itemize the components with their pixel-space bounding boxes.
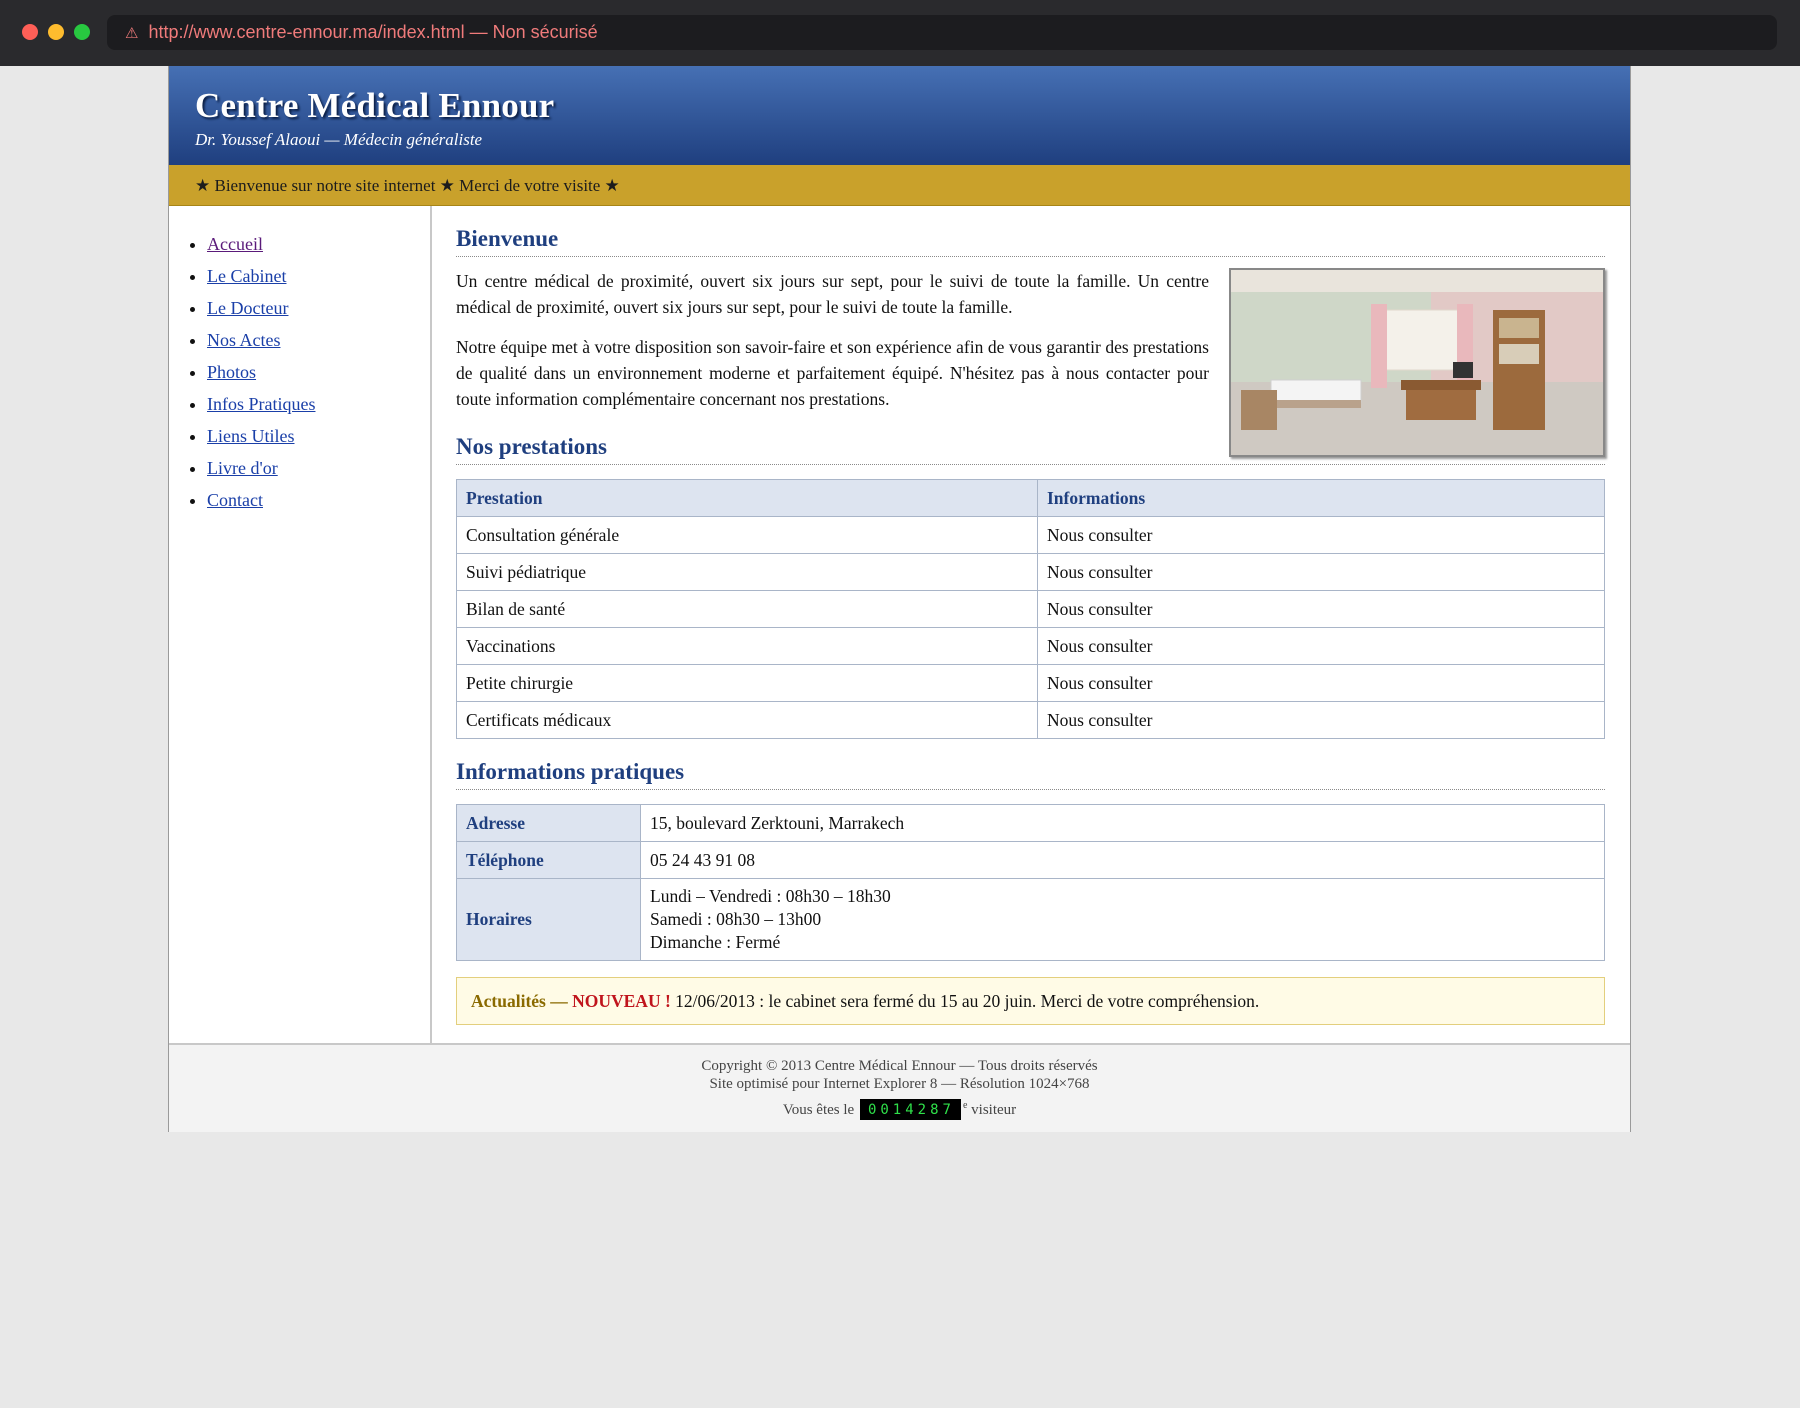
nav-item: Le Cabinet: [207, 260, 430, 292]
browser-chrome: ⚠ http://www.centre-ennour.ma/index.html…: [0, 0, 1800, 66]
table-row: Horaires Lundi – Vendredi : 08h30 – 18h3…: [456, 878, 1605, 961]
main-content: Bienvenue Un centre médical de proximité…: [432, 206, 1629, 1043]
prestation-name: Certificats médicaux: [456, 701, 1038, 739]
nav-link-accueil[interactable]: Accueil: [207, 234, 263, 254]
site-title: Centre Médical Ennour: [195, 86, 555, 125]
nav-item: Nos Actes: [207, 324, 430, 356]
consultation-room-image: [1231, 270, 1603, 455]
news-new-badge: NOUVEAU !: [572, 991, 671, 1011]
nav-item: Contact: [207, 484, 430, 516]
column-header-prestation: Prestation: [456, 479, 1038, 517]
news-box: Actualités — NOUVEAU ! 12/06/2013 : le c…: [456, 977, 1605, 1025]
adresse-label: Adresse: [456, 804, 641, 842]
visitor-counter: 0014287: [859, 1099, 961, 1120]
prestation-name: Suivi pédiatrique: [456, 553, 1038, 591]
nav-link-livre-dor[interactable]: Livre d'or: [207, 458, 278, 478]
page: Centre Médical Ennour Dr. Youssef Alaoui…: [168, 66, 1631, 1132]
visitor-prefix: Vous êtes le: [782, 1102, 855, 1118]
cabinet-photo: [1229, 268, 1605, 457]
table-row: Consultation générale Nous consulter: [456, 516, 1605, 554]
welcome-text: Un centre médical de proximité, ouvert s…: [456, 268, 1605, 457]
nav-link-photos[interactable]: Photos: [207, 362, 256, 382]
horaires-line: Dimanche : Fermé: [650, 932, 781, 952]
prestation-info: Nous consulter: [1037, 516, 1605, 554]
site-footer: Copyright © 2013 Centre Médical Ennour —…: [169, 1043, 1630, 1132]
table-row: Adresse 15, boulevard Zerktouni, Marrake…: [456, 804, 1605, 842]
url-text: http://www.centre-ennour.ma/index.html —…: [148, 22, 598, 42]
nav-item: Accueil: [207, 228, 430, 260]
nav-item: Photos: [207, 356, 430, 388]
horaires-line: Lundi – Vendredi : 08h30 – 18h30: [650, 886, 891, 906]
news-label: Actualités —: [471, 991, 568, 1011]
minimize-window-button[interactable]: [48, 24, 64, 40]
nav-link-le-cabinet[interactable]: Le Cabinet: [207, 266, 286, 286]
table-header-row: Prestation Informations: [456, 479, 1605, 517]
copyright-text: Copyright © 2013 Centre Médical Ennour —…: [701, 1058, 1098, 1074]
prestation-info: Nous consulter: [1037, 553, 1605, 591]
nav-link-nos-actes[interactable]: Nos Actes: [207, 330, 281, 350]
adresse-value: 15, boulevard Zerktouni, Marrakech: [640, 804, 1605, 842]
column-header-informations: Informations: [1037, 479, 1605, 517]
marquee-banner: ★ Bienvenue sur notre site internet ★ Me…: [169, 165, 1630, 206]
close-window-button[interactable]: [22, 24, 38, 40]
ordinal-suffix: e: [962, 1100, 968, 1111]
prestation-name: Vaccinations: [456, 627, 1038, 665]
horaires-value: Lundi – Vendredi : 08h30 – 18h30 Samedi …: [640, 878, 1605, 961]
nav-link-le-docteur[interactable]: Le Docteur: [207, 298, 288, 318]
nav-link-infos-pratiques[interactable]: Infos Pratiques: [207, 394, 315, 414]
maximize-window-button[interactable]: [74, 24, 90, 40]
visitor-line: Vous êtes le 0014287 e visiteur: [169, 1097, 1630, 1120]
prestation-name: Bilan de santé: [456, 590, 1038, 628]
prestation-info: Nous consulter: [1037, 590, 1605, 628]
address-bar[interactable]: ⚠ http://www.centre-ennour.ma/index.html…: [107, 15, 1777, 50]
table-row: Bilan de santé Nous consulter: [456, 590, 1605, 628]
table-row: Vaccinations Nous consulter: [456, 627, 1605, 665]
prestation-name: Petite chirurgie: [456, 664, 1038, 702]
prestation-info: Nous consulter: [1037, 664, 1605, 702]
prestation-info: Nous consulter: [1037, 627, 1605, 665]
nav-item: Infos Pratiques: [207, 388, 430, 420]
prestation-info: Nous consulter: [1037, 701, 1605, 739]
window-controls: [22, 24, 90, 40]
warning-icon: ⚠: [125, 24, 139, 42]
welcome-heading: Bienvenue: [456, 206, 1605, 257]
table-row: Suivi pédiatrique Nous consulter: [456, 553, 1605, 591]
nav-item: Le Docteur: [207, 292, 430, 324]
optimized-text: Site optimisé pour Internet Explorer 8 —…: [709, 1076, 1090, 1092]
nav-link-contact[interactable]: Contact: [207, 490, 263, 510]
news-text: 12/06/2013 : le cabinet sera fermé du 15…: [675, 991, 1260, 1011]
prestation-name: Consultation générale: [456, 516, 1038, 554]
site-header: Centre Médical Ennour Dr. Youssef Alaoui…: [169, 66, 1630, 165]
horaires-label: Horaires: [456, 878, 641, 961]
nav-link-liens-utiles[interactable]: Liens Utiles: [207, 426, 295, 446]
sidebar: Accueil Le Cabinet Le Docteur Nos Actes …: [169, 206, 432, 1043]
telephone-label: Téléphone: [456, 841, 641, 879]
visitor-suffix: visiteur: [971, 1102, 1017, 1118]
infos-table: Adresse 15, boulevard Zerktouni, Marrake…: [456, 804, 1605, 961]
infos-heading: Informations pratiques: [456, 739, 1605, 790]
nav-item: Livre d'or: [207, 452, 430, 484]
table-row: Téléphone 05 24 43 91 08: [456, 841, 1605, 879]
telephone-value: 05 24 43 91 08: [640, 841, 1605, 879]
nav-item: Liens Utiles: [207, 420, 430, 452]
prestations-table: Prestation Informations Consultation gén…: [456, 479, 1605, 739]
table-row: Certificats médicaux Nous consulter: [456, 701, 1605, 739]
nav-list: Accueil Le Cabinet Le Docteur Nos Actes …: [169, 228, 430, 516]
horaires-line: Samedi : 08h30 – 13h00: [650, 909, 822, 929]
table-row: Petite chirurgie Nous consulter: [456, 664, 1605, 702]
site-subtitle: Dr. Youssef Alaoui — Médecin généraliste: [195, 130, 483, 149]
